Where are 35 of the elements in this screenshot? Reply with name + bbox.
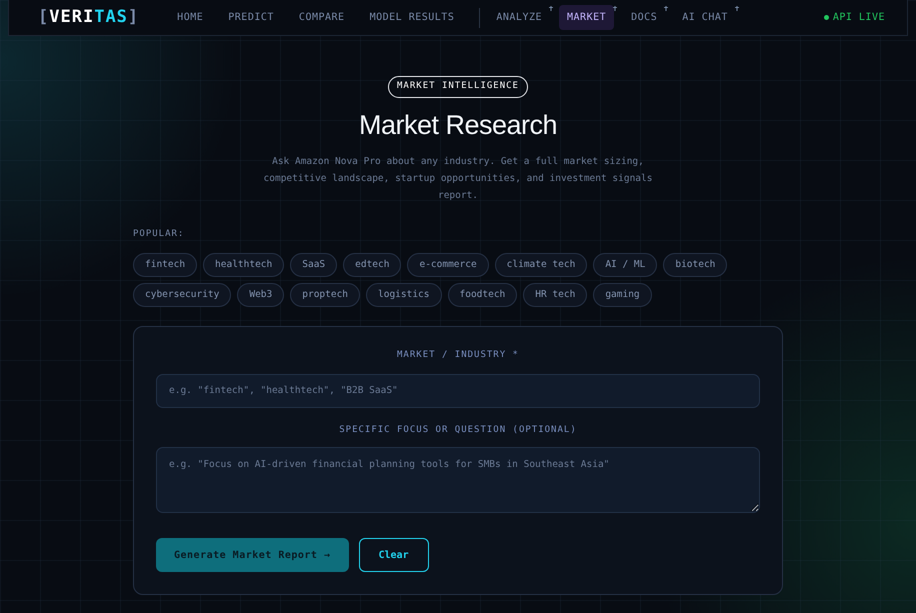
nav-tab[interactable]: DOCS <box>623 5 666 30</box>
topic-chip[interactable]: foodtech <box>448 282 518 307</box>
topic-chip[interactable]: HR tech <box>523 282 588 307</box>
market-input[interactable]: e.g. "fintech", "healthtech", "B2B SaaS" <box>156 374 760 408</box>
topic-chip[interactable]: biotech <box>663 252 728 277</box>
api-status: API LIVE <box>832 11 885 25</box>
page-title: Market Research <box>358 108 558 142</box>
topic-chip[interactable]: healthtech <box>203 252 284 277</box>
generate-button[interactable]: Generate Market Report → <box>156 538 348 572</box>
topic-chip[interactable]: logistics <box>366 282 442 307</box>
topic-chip[interactable]: edtech <box>343 252 402 277</box>
topic-chip[interactable]: AI / ML <box>593 252 658 277</box>
topic-chip[interactable]: climate tech <box>494 252 588 277</box>
topic-chip[interactable]: Web3 <box>237 282 284 307</box>
nav-tab[interactable]: MARKET <box>559 5 614 30</box>
popular-label: POPULAR: <box>133 228 186 241</box>
clear-button[interactable]: Clear <box>358 538 429 572</box>
topic-chip[interactable]: e-commerce <box>407 252 489 277</box>
section-badge: MARKET INTELLIGENCE <box>388 76 528 98</box>
nav-tab[interactable]: COMPARE <box>290 5 353 30</box>
topic-chip[interactable]: cybersecurity <box>133 282 232 307</box>
nav-tab[interactable]: PREDICT <box>220 5 282 30</box>
topic-chip[interactable]: SaaS <box>290 252 338 277</box>
nav-tab[interactable]: AI CHAT <box>674 5 736 30</box>
focus-textarea[interactable]: e.g. "Focus on AI-driven financial planning tools for SMBs in Southeast Asia" <box>156 447 760 513</box>
topic-chip[interactable]: proptech <box>290 282 360 307</box>
logo[interactable]: [VERITAS] <box>38 4 140 30</box>
page-description: Ask Amazon Nova Pro about any industry. Get a full market sizing, competitive landscape, startup opportunities, and investment signals report. <box>262 155 654 203</box>
nav-tab[interactable]: MODEL RESULTS <box>362 5 462 30</box>
field-label: MARKET / INDUSTRY * <box>396 349 520 362</box>
topic-chip[interactable]: gaming <box>593 282 652 307</box>
nav-tab[interactable]: HOME <box>169 5 212 30</box>
field-label: SPECIFIC FOCUS OR QUESTION (OPTIONAL) <box>338 424 578 436</box>
nav-tab[interactable]: ANALYZE <box>488 5 550 30</box>
topic-chip[interactable]: fintech <box>133 252 198 277</box>
